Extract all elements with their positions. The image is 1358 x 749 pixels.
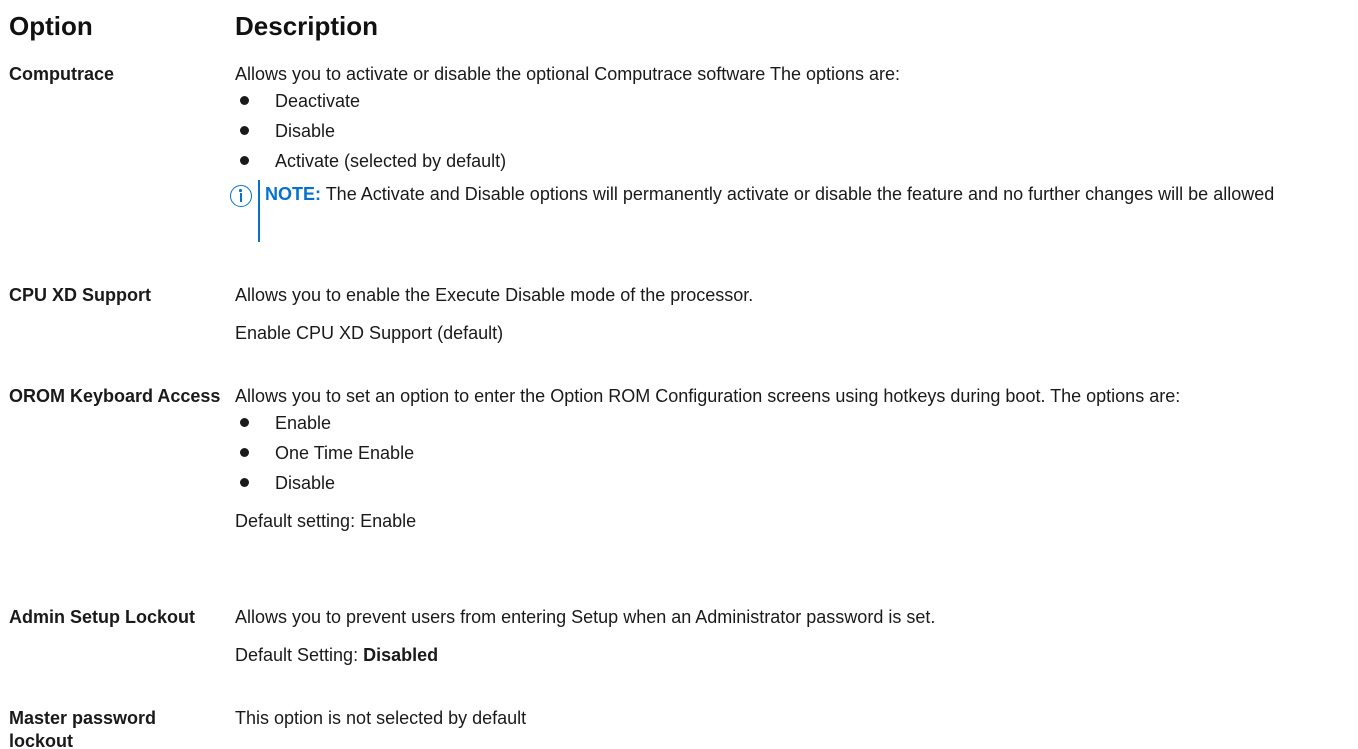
column-header-option: Option bbox=[9, 11, 93, 41]
list-item-label: Enable bbox=[275, 413, 332, 433]
table-header: Option Description bbox=[9, 11, 1349, 45]
default-setting-text: Default setting: Enable bbox=[235, 511, 417, 531]
list-item: Deactivate bbox=[235, 86, 1355, 116]
bullet-icon bbox=[240, 478, 249, 487]
info-circle-icon bbox=[230, 185, 252, 207]
list-item-label: Disable bbox=[275, 473, 336, 493]
list-item: Enable bbox=[235, 408, 1355, 438]
option-description: Allows you to prevent users from enterin… bbox=[235, 606, 1355, 667]
options-list: Deactivate Disable Activate (selected by… bbox=[235, 86, 1355, 176]
default-setting-value: Disabled bbox=[363, 645, 439, 665]
option-description: This option is not selected by default bbox=[235, 707, 1355, 730]
list-item-label: Activate (selected by default) bbox=[275, 151, 507, 171]
default-setting-label: Default Setting: bbox=[235, 645, 359, 665]
column-header-description: Description bbox=[235, 11, 379, 41]
list-item: Disable bbox=[235, 468, 1355, 498]
option-name: CPU XD Support bbox=[9, 285, 151, 305]
note-callout: NOTE: The Activate and Disable options w… bbox=[230, 178, 1355, 244]
list-item: Activate (selected by default) bbox=[235, 146, 1355, 176]
description-text: Allows you to prevent users from enterin… bbox=[235, 607, 936, 627]
option-name: Computrace bbox=[9, 64, 115, 84]
description-text: Allows you to set an option to enter the… bbox=[235, 386, 1181, 406]
option-description: Allows you to set an option to enter the… bbox=[235, 385, 1355, 533]
bullet-icon bbox=[240, 156, 249, 165]
description-text: This option is not selected by default bbox=[235, 708, 527, 728]
list-item-label: One Time Enable bbox=[275, 443, 415, 463]
default-setting-text: Enable CPU XD Support (default) bbox=[235, 323, 504, 343]
default-setting-text: Default Setting: Disabled bbox=[235, 644, 1355, 667]
option-description: Allows you to enable the Execute Disable… bbox=[235, 284, 1355, 345]
options-list: Enable One Time Enable Disable bbox=[235, 408, 1355, 498]
note-divider bbox=[258, 180, 260, 242]
description-text: Allows you to enable the Execute Disable… bbox=[235, 285, 754, 305]
note-label: NOTE: bbox=[265, 184, 321, 204]
option-name: OROM Keyboard Access bbox=[9, 386, 221, 406]
note-body: The Activate and Disable options will pe… bbox=[325, 184, 1275, 204]
option-name: Master password lockout bbox=[9, 708, 157, 749]
bullet-icon bbox=[240, 96, 249, 105]
list-item-label: Disable bbox=[275, 121, 336, 141]
option-name: Admin Setup Lockout bbox=[9, 607, 195, 627]
list-item-label: Deactivate bbox=[275, 91, 361, 111]
note-text: NOTE: The Activate and Disable options w… bbox=[265, 178, 1345, 211]
list-item: One Time Enable bbox=[235, 438, 1355, 468]
bullet-icon bbox=[240, 448, 249, 457]
list-item: Disable bbox=[235, 116, 1355, 146]
description-text: Allows you to activate or disable the op… bbox=[235, 64, 901, 84]
bullet-icon bbox=[240, 418, 249, 427]
option-description: Allows you to activate or disable the op… bbox=[230, 63, 1355, 244]
bios-options-table: Option Description Computrace Allows you… bbox=[0, 0, 1358, 749]
bullet-icon bbox=[240, 126, 249, 135]
